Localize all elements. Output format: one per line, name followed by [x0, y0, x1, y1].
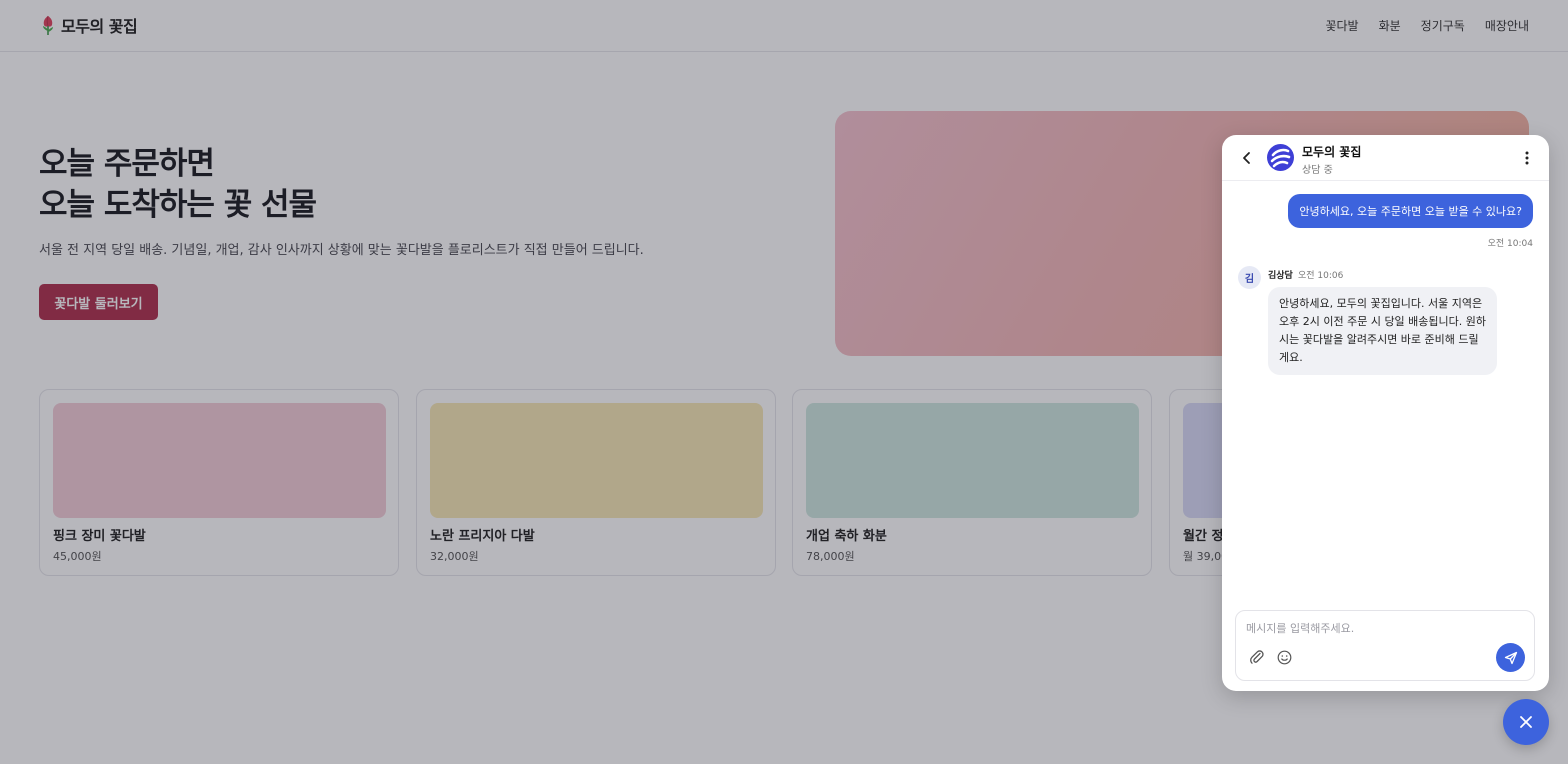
chevron-left-icon [1243, 152, 1250, 164]
emoji-button[interactable] [1275, 648, 1293, 666]
message-input[interactable] [1246, 619, 1516, 637]
chat-status: 상담 중 [1302, 165, 1333, 176]
message-composer [1235, 610, 1535, 681]
close-chat-button[interactable] [1503, 699, 1549, 745]
agent-message: 안녕하세요, 모두의 꽃집입니다. 서울 지역은 오후 2시 이전 주문 시 당… [1268, 287, 1497, 375]
user-message: 안녕하세요, 오늘 주문하면 오늘 받을 수 있나요? [1288, 194, 1533, 228]
close-icon [1520, 716, 1532, 728]
more-options-button[interactable] [1519, 149, 1535, 167]
back-button[interactable] [1238, 149, 1256, 167]
channel-logo-icon [1270, 148, 1291, 168]
agent-name: 김상담 [1268, 271, 1293, 281]
attach-file-button[interactable] [1248, 648, 1266, 666]
paperclip-icon [1250, 650, 1264, 664]
send-icon [1504, 651, 1517, 664]
more-vertical-icon [1525, 151, 1529, 165]
chat-window: 모두의 꽃집 상담 중 안녕하세요, 오늘 주문하면 오늘 받을 수 있나요? … [1222, 135, 1549, 691]
agent-avatar: 김 [1238, 266, 1261, 289]
send-button[interactable] [1496, 643, 1525, 672]
channel-logo [1267, 144, 1294, 171]
agent-message-time: 오전 10:06 [1298, 271, 1344, 281]
user-message-time: 오전 10:04 [1487, 239, 1533, 249]
chat-title: 모두의 꽃집 [1302, 145, 1362, 159]
smile-icon [1277, 650, 1291, 664]
page: 모두의 꽃집 꽃다발 화분 정기구독 매장안내 오늘 주문하면 오늘 도착하는 … [0, 0, 1568, 764]
chat-header: 모두의 꽃집 상담 중 [1222, 135, 1549, 181]
